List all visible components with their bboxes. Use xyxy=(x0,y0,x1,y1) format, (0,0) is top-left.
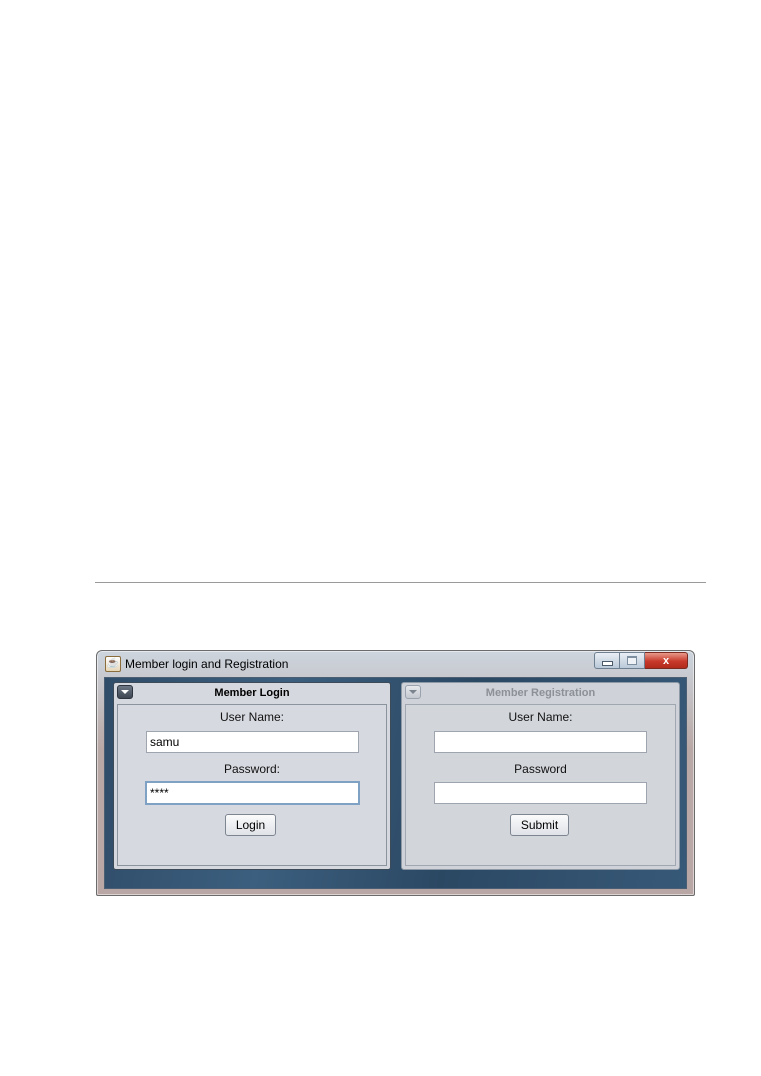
java-coffee-icon[interactable]: ☕ xyxy=(105,656,121,672)
login-panel-header: Member Login xyxy=(114,683,390,703)
member-registration-panel: Member Registration User Name: Password … xyxy=(401,682,680,870)
maximize-button[interactable] xyxy=(620,652,645,669)
registration-panel-title: Member Registration xyxy=(485,687,596,699)
client-area: Member Login User Name: Password: Login … xyxy=(104,677,687,889)
login-panel-title: Member Login xyxy=(214,687,290,699)
registration-panel-header: Member Registration xyxy=(402,683,679,703)
close-button[interactable]: x xyxy=(645,652,688,669)
member-login-panel: Member Login User Name: Password: Login xyxy=(113,682,391,870)
login-panel-body: User Name: Password: Login xyxy=(117,704,387,866)
horizontal-divider xyxy=(95,582,706,583)
registration-username-input[interactable] xyxy=(434,731,647,753)
registration-username-label: User Name: xyxy=(508,710,573,724)
window-title: Member login and Registration xyxy=(125,657,289,671)
window-controls: x xyxy=(594,652,688,670)
login-password-label: Password: xyxy=(223,762,281,776)
maximize-icon xyxy=(627,656,637,665)
registration-password-label: Password xyxy=(514,762,567,776)
minimize-button[interactable] xyxy=(594,652,620,669)
login-username-label: User Name: xyxy=(219,710,284,724)
close-icon: x xyxy=(662,654,670,667)
registration-password-input[interactable] xyxy=(434,782,647,804)
title-bar[interactable]: ☕ Member login and Registration x xyxy=(97,651,694,677)
login-username-input[interactable] xyxy=(146,731,359,753)
login-button[interactable]: Login xyxy=(225,814,276,836)
registration-panel-body: User Name: Password Submit xyxy=(405,704,676,866)
app-window: ☕ Member login and Registration x Member… xyxy=(96,650,695,896)
login-password-input[interactable] xyxy=(145,781,360,805)
minimize-icon xyxy=(601,661,613,666)
submit-button[interactable]: Submit xyxy=(510,814,569,836)
